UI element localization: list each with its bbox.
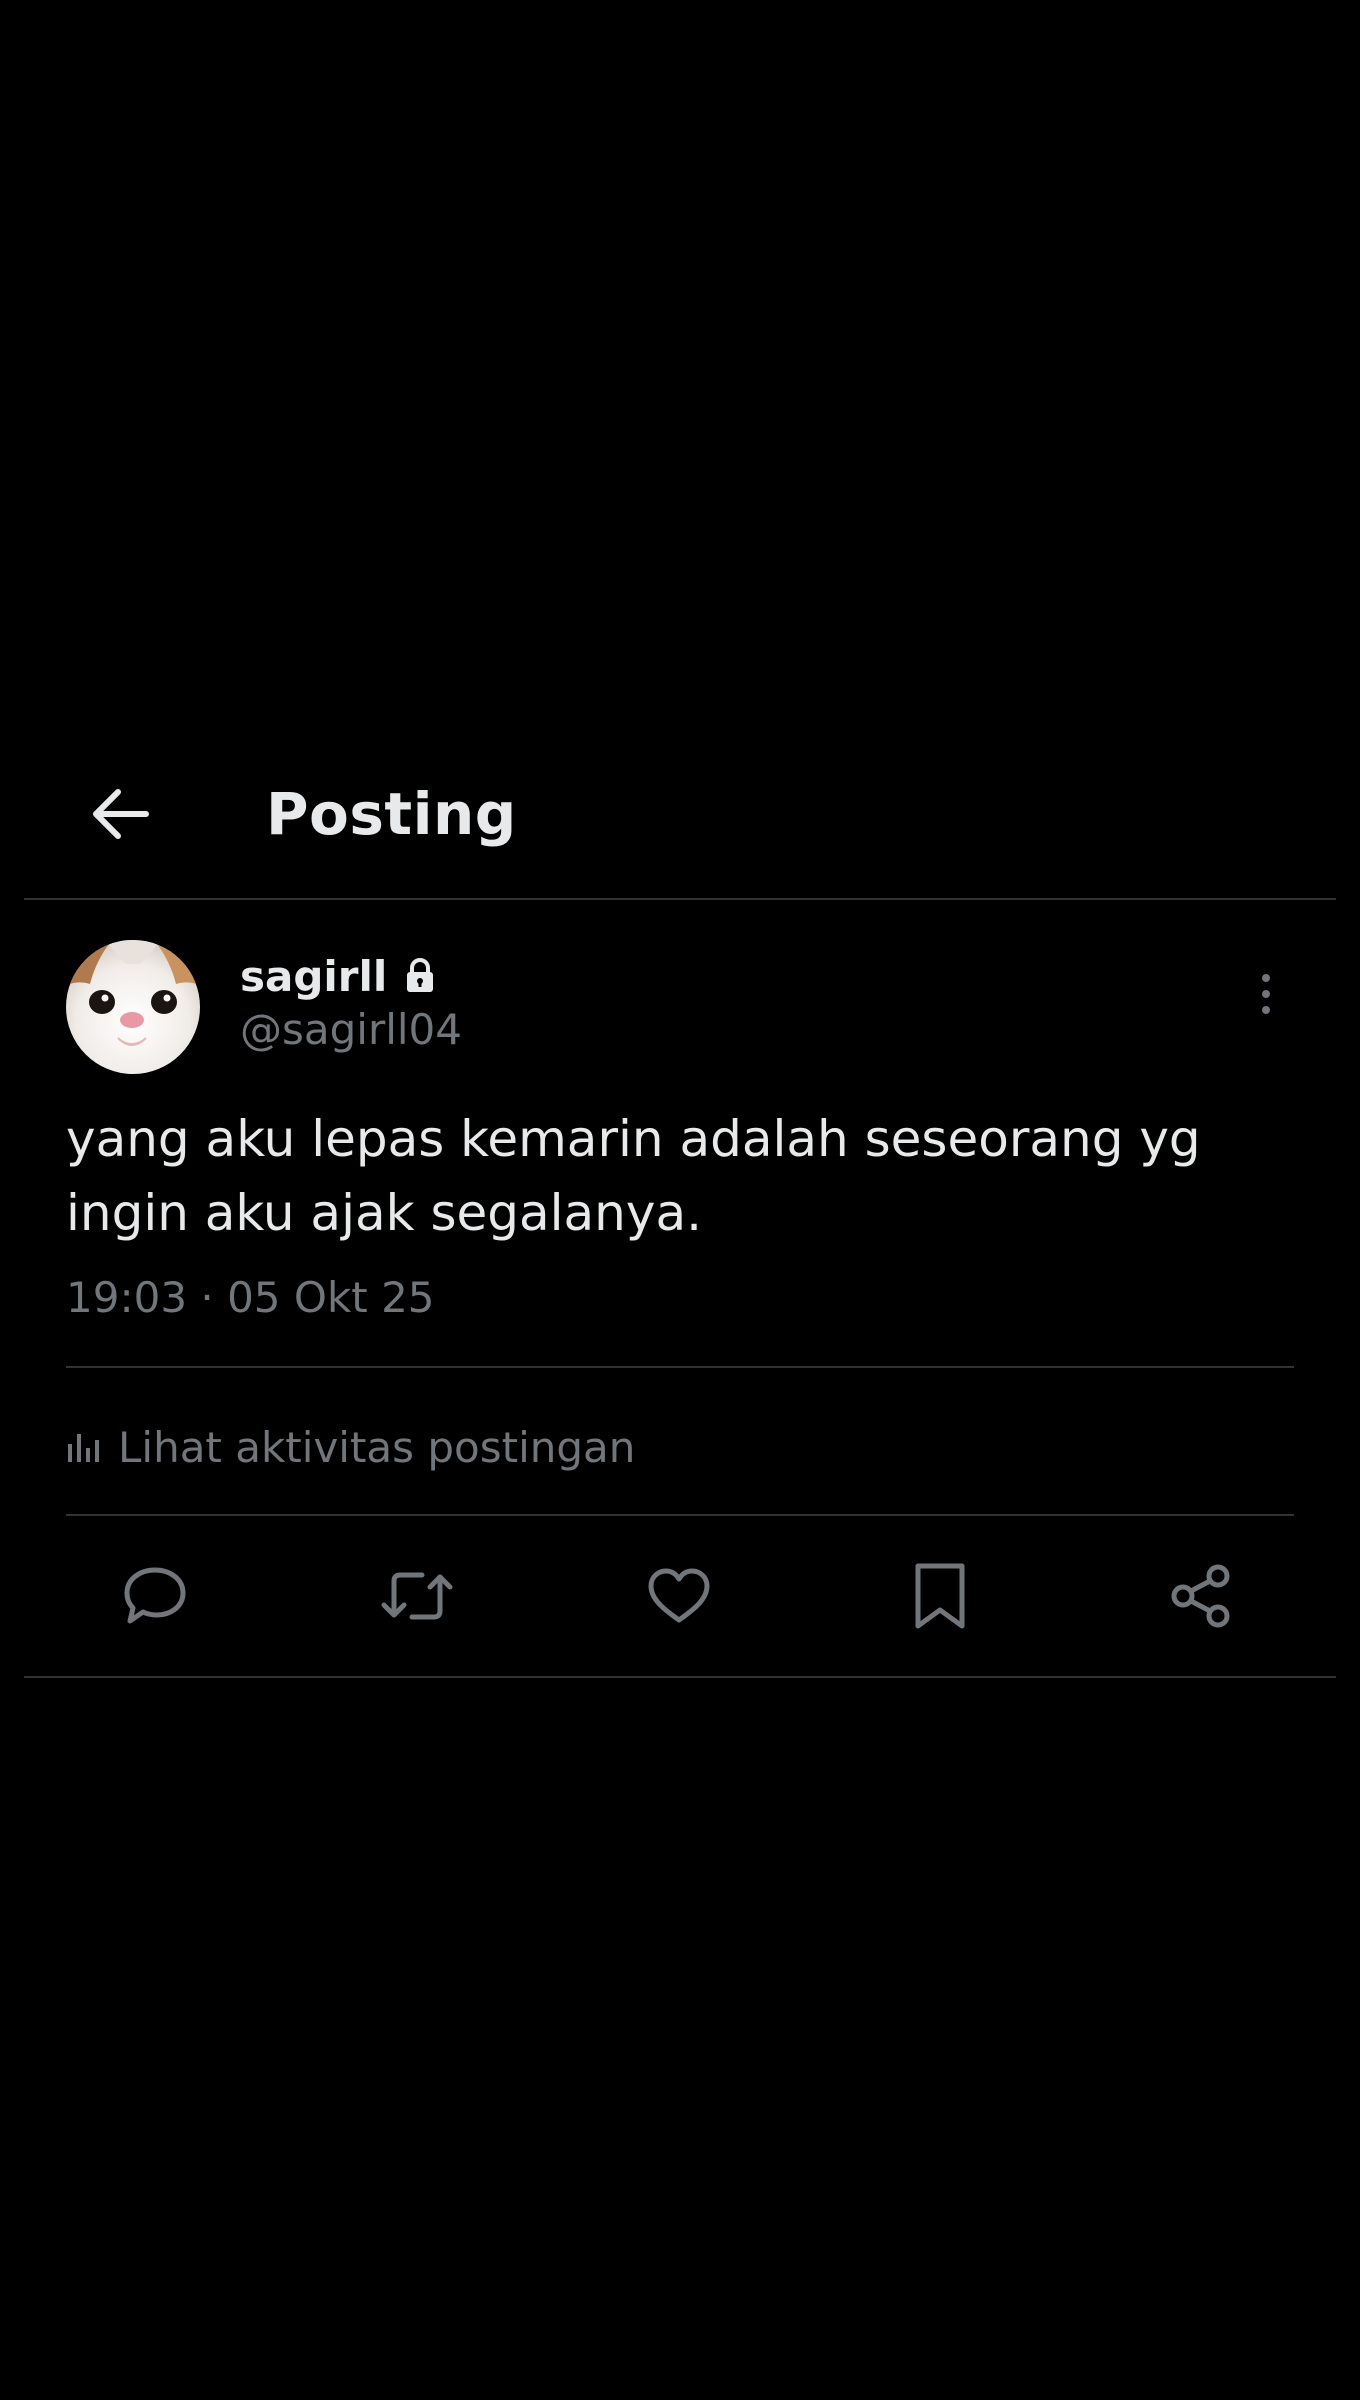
action-bar <box>0 1556 1360 1636</box>
post-timestamp: 19:03 · 05 Okt 25 <box>66 1273 435 1322</box>
like-button[interactable] <box>639 1556 719 1636</box>
reply-button[interactable] <box>115 1556 195 1636</box>
display-name[interactable]: sagirll <box>240 952 387 1001</box>
repost-icon <box>381 1572 453 1620</box>
share-button[interactable] <box>1161 1556 1241 1636</box>
author-name-row: sagirll <box>240 946 435 1006</box>
bookmark-button[interactable] <box>900 1556 980 1636</box>
view-post-activity-link[interactable]: Lihat aktivitas postingan <box>66 1412 635 1482</box>
arrow-left-icon <box>93 789 149 839</box>
post-text: yang aku lepas kemarin adalah seseorang … <box>66 1110 1201 1242</box>
back-button[interactable] <box>84 778 156 850</box>
bar-chart-icon <box>68 1434 99 1462</box>
top-bar: Posting <box>0 744 1360 900</box>
bookmark-icon <box>915 1563 965 1629</box>
activity-label: Lihat aktivitas postingan <box>118 1422 636 1472</box>
header-divider <box>24 898 1336 900</box>
post-bottom-divider <box>24 1676 1336 1678</box>
page-title: Posting <box>266 780 517 848</box>
activity-divider <box>66 1514 1294 1516</box>
reply-icon <box>124 1567 186 1624</box>
heart-icon <box>648 1568 710 1623</box>
timestamp-divider <box>66 1366 1294 1368</box>
share-icon <box>1171 1564 1230 1628</box>
lock-icon <box>405 958 435 994</box>
author-handle[interactable]: @sagirll04 <box>240 1000 462 1060</box>
more-options-button[interactable] <box>1240 964 1292 1024</box>
cat-face-avatar <box>66 940 200 1074</box>
avatar[interactable] <box>66 940 200 1074</box>
more-vertical-icon <box>1262 974 1270 1014</box>
repost-button[interactable] <box>377 1556 457 1636</box>
